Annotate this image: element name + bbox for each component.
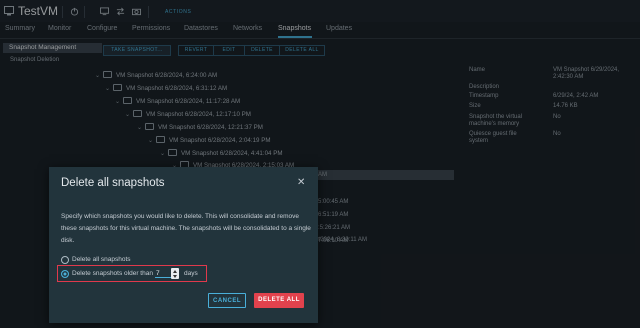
delete-all-snapshots-dialog: Delete all snapshots ✕ Specify which sna… xyxy=(49,167,318,323)
radio-delete-older-label[interactable]: Delete snapshots older than xyxy=(72,270,153,277)
days-input[interactable] xyxy=(155,269,171,278)
dialog-description: Specify which snapshots you would like t… xyxy=(61,213,311,244)
radio-delete-all[interactable] xyxy=(61,256,69,264)
radio-delete-all-label[interactable]: Delete all snapshots xyxy=(72,256,131,263)
delete-all-button[interactable]: DELETE ALL xyxy=(254,293,304,308)
close-icon[interactable]: ✕ xyxy=(297,177,305,188)
days-stepper[interactable] xyxy=(171,268,179,279)
cancel-button[interactable]: CANCEL xyxy=(208,293,246,308)
radio-delete-older[interactable] xyxy=(61,270,69,278)
dialog-title: Delete all snapshots xyxy=(61,177,165,189)
days-label: days xyxy=(184,270,198,277)
increment-arrow-icon[interactable] xyxy=(173,270,177,273)
decrement-arrow-icon[interactable] xyxy=(173,275,177,278)
